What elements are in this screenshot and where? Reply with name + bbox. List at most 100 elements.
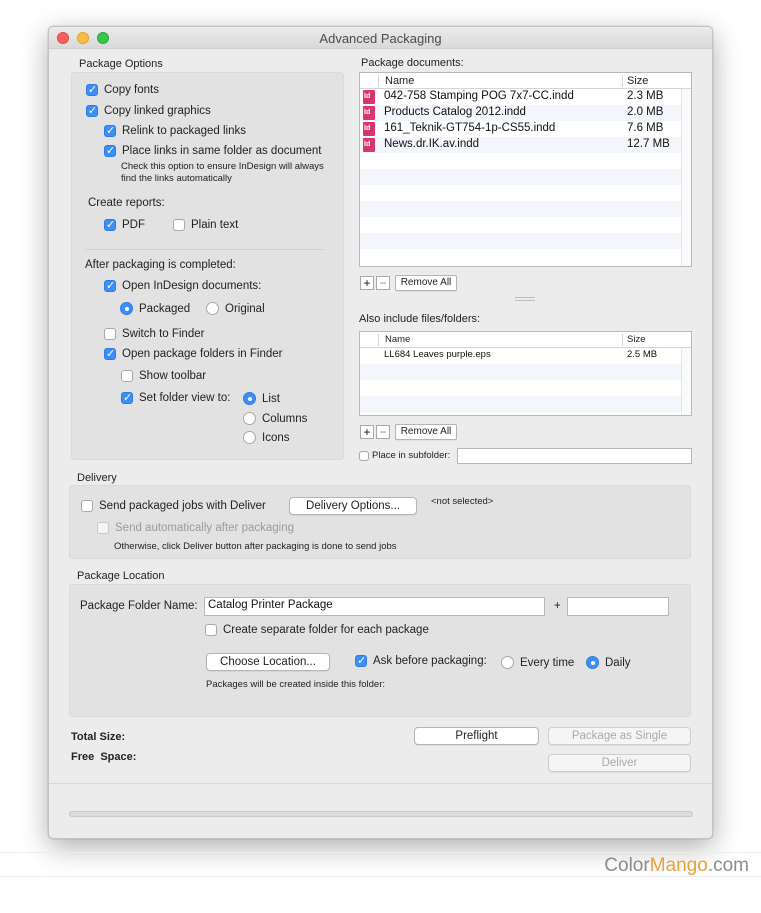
send-with-deliver-option[interactable]: Send packaged jobs with Deliver	[81, 500, 266, 512]
indesign-file-icon	[363, 106, 375, 120]
view-list-radio[interactable]	[243, 392, 256, 405]
create-separate-folder-checkbox[interactable]	[205, 624, 217, 636]
show-toolbar-option[interactable]: Show toolbar	[121, 370, 206, 382]
also-include-table: Name Size LL684 Leaves purple.eps 2.5 MB	[359, 331, 692, 416]
free-space-label: Free Space:	[71, 751, 137, 763]
create-separate-folder-option[interactable]: Create separate folder for each package	[205, 624, 429, 636]
remove-all-documents-button[interactable]: Remove All	[395, 275, 457, 291]
table-row[interactable]: 161_Teknik-GT754-1p-CS55.indd 7.6 MB	[360, 121, 691, 137]
indesign-file-icon	[363, 122, 375, 136]
preflight-button[interactable]: Preflight	[414, 727, 539, 745]
remove-document-button[interactable]: −	[376, 276, 390, 290]
footer-divider	[49, 783, 712, 784]
send-automatically-checkbox	[97, 522, 109, 534]
packaging-progress-bar	[69, 811, 693, 817]
every-time-radio[interactable]	[501, 656, 514, 669]
ask-daily-option[interactable]: Daily	[586, 656, 631, 669]
place-links-option[interactable]: Place links in same folder as document	[104, 144, 321, 157]
open-package-folders-option[interactable]: Open package folders in Finder	[104, 347, 282, 360]
show-toolbar-checkbox[interactable]	[121, 370, 133, 382]
report-plain-text-option[interactable]: Plain text	[173, 219, 238, 231]
place-in-subfolder-checkbox[interactable]	[359, 450, 369, 461]
folder-name-plus-label: +	[554, 600, 561, 612]
table-row[interactable]: LL684 Leaves purple.eps 2.5 MB	[360, 348, 691, 364]
column-name-header[interactable]: Name	[385, 75, 414, 87]
remove-file-button[interactable]: −	[376, 425, 390, 439]
column-name-header[interactable]: Name	[385, 334, 410, 345]
table-row[interactable]: News.dr.IK.av.indd 12.7 MB	[360, 137, 691, 153]
advanced-packaging-window: Advanced Packaging Package Options Copy …	[48, 26, 713, 839]
remove-all-files-button[interactable]: Remove All	[395, 424, 457, 440]
add-document-button[interactable]: +	[360, 276, 374, 290]
table-row[interactable]: Products Catalog 2012.indd 2.0 MB	[360, 105, 691, 121]
package-as-single-button: Package as Single	[548, 727, 691, 745]
open-packaged-option[interactable]: Packaged	[120, 302, 190, 315]
view-columns-option[interactable]: Columns	[243, 412, 307, 425]
also-include-title: Also include files/folders:	[359, 313, 481, 325]
indesign-file-icon	[363, 138, 375, 152]
colormango-watermark: ColorMango.com	[604, 855, 749, 876]
choose-location-button[interactable]: Choose Location...	[206, 653, 330, 671]
indesign-file-icon	[363, 90, 375, 104]
also-include-scrollbar[interactable]	[681, 348, 691, 415]
switch-to-finder-option[interactable]: Switch to Finder	[104, 328, 204, 340]
options-divider	[85, 249, 325, 250]
packaged-radio[interactable]	[120, 302, 133, 315]
deliver-hint: Otherwise, click Deliver button after pa…	[114, 541, 397, 552]
ask-every-time-option[interactable]: Every time	[501, 656, 574, 669]
delivery-options-button[interactable]: Delivery Options...	[289, 497, 417, 515]
send-automatically-option: Send automatically after packaging	[97, 522, 294, 534]
after-packaging-label: After packaging is completed:	[85, 259, 236, 271]
view-icons-option[interactable]: Icons	[243, 431, 290, 444]
open-indesign-docs-checkbox[interactable]	[104, 279, 116, 292]
send-with-deliver-checkbox[interactable]	[81, 500, 93, 512]
ask-before-packaging-option[interactable]: Ask before packaging:	[355, 654, 487, 667]
also-include-header: Name Size	[360, 332, 691, 348]
daily-radio[interactable]	[586, 656, 599, 669]
inside-folder-hint: Packages will be created inside this fol…	[206, 679, 386, 690]
set-folder-view-checkbox[interactable]	[121, 391, 133, 404]
delivery-title: Delivery	[77, 472, 117, 484]
package-options-title: Package Options	[79, 58, 163, 70]
switch-to-finder-checkbox[interactable]	[104, 328, 116, 340]
title-bar: Advanced Packaging	[49, 27, 712, 49]
column-size-header[interactable]: Size	[627, 334, 645, 345]
column-size-header[interactable]: Size	[627, 75, 648, 87]
create-reports-label: Create reports:	[88, 197, 165, 209]
copy-linked-graphics-checkbox[interactable]	[86, 104, 98, 117]
place-links-hint: Check this option to ensure InDesign wil…	[121, 161, 324, 184]
add-file-button[interactable]: +	[360, 425, 374, 439]
relink-option[interactable]: Relink to packaged links	[104, 124, 246, 137]
package-documents-table: Name Size 042-758 Stamping POG 7x7-CC.in…	[359, 72, 692, 267]
place-in-subfolder-option[interactable]: Place in subfolder:	[359, 450, 450, 461]
open-package-folders-checkbox[interactable]	[104, 347, 116, 360]
window-title: Advanced Packaging	[319, 31, 442, 46]
report-pdf-option[interactable]: PDF	[104, 218, 145, 231]
folder-name-suffix-input[interactable]	[567, 597, 669, 616]
panel-splitter-handle[interactable]	[515, 297, 535, 301]
copy-fonts-checkbox[interactable]	[86, 83, 98, 96]
report-plain-text-checkbox[interactable]	[173, 219, 185, 231]
deliver-button: Deliver	[548, 754, 691, 772]
open-original-option[interactable]: Original	[206, 302, 265, 315]
subfolder-input[interactable]	[457, 448, 692, 464]
folder-name-input[interactable]: Catalog Printer Package	[204, 597, 545, 616]
original-radio[interactable]	[206, 302, 219, 315]
place-links-checkbox[interactable]	[104, 144, 116, 157]
package-documents-title: Package documents:	[361, 57, 464, 69]
relink-checkbox[interactable]	[104, 124, 116, 137]
documents-scrollbar[interactable]	[681, 89, 691, 266]
set-folder-view-option[interactable]: Set folder view to:	[121, 391, 230, 404]
copy-linked-graphics-option[interactable]: Copy linked graphics	[86, 104, 211, 117]
ask-before-packaging-checkbox[interactable]	[355, 654, 367, 667]
copy-fonts-option[interactable]: Copy fonts	[86, 83, 159, 96]
total-size-label: Total Size:	[71, 731, 126, 743]
open-indesign-docs-option[interactable]: Open InDesign documents:	[104, 279, 261, 292]
package-documents-header: Name Size	[360, 73, 691, 89]
view-icons-radio[interactable]	[243, 431, 256, 444]
folder-name-label: Package Folder Name:	[80, 600, 198, 612]
view-list-option[interactable]: List	[243, 392, 280, 405]
view-columns-radio[interactable]	[243, 412, 256, 425]
report-pdf-checkbox[interactable]	[104, 218, 116, 231]
table-row[interactable]: 042-758 Stamping POG 7x7-CC.indd 2.3 MB	[360, 89, 691, 105]
